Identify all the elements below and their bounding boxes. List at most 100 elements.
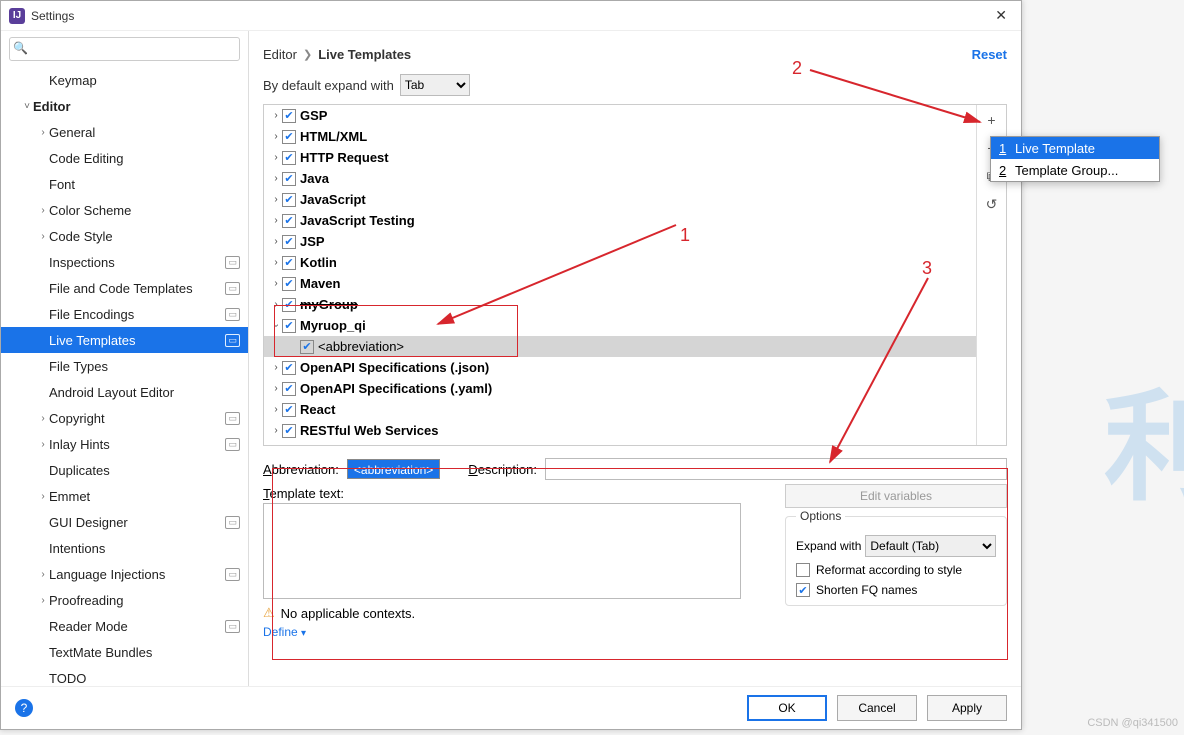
sidebar-item[interactable]: Duplicates — [1, 457, 248, 483]
tree-arrow-icon: › — [270, 173, 282, 184]
checkbox-icon[interactable]: ✔ — [282, 277, 296, 291]
checkbox-icon[interactable]: ✔ — [282, 424, 296, 438]
sidebar-item[interactable]: ›Code Style — [1, 223, 248, 249]
checkbox-icon[interactable]: ✔ — [282, 298, 296, 312]
sidebar-item[interactable]: ›Inlay Hints▭ — [1, 431, 248, 457]
sidebar-item[interactable]: Intentions — [1, 535, 248, 561]
checkbox-icon[interactable]: ✔ — [282, 214, 296, 228]
checkbox-icon[interactable]: ✔ — [282, 235, 296, 249]
default-expand-select[interactable]: Tab — [400, 74, 470, 96]
sidebar-item[interactable]: ›Emmet — [1, 483, 248, 509]
template-row[interactable]: ✔<abbreviation> — [264, 336, 976, 357]
apply-button[interactable]: Apply — [927, 695, 1007, 721]
sidebar-item[interactable]: ›Language Injections▭ — [1, 561, 248, 587]
sidebar-item-label: Copyright — [49, 411, 221, 426]
cancel-button[interactable]: Cancel — [837, 695, 917, 721]
sidebar-item[interactable]: Live Templates▭ — [1, 327, 248, 353]
checkbox-icon[interactable]: ✔ — [282, 319, 296, 333]
template-row[interactable]: ›✔OpenAPI Specifications (.json) — [264, 357, 976, 378]
checkbox-icon[interactable]: ✔ — [282, 256, 296, 270]
description-input[interactable] — [545, 458, 1007, 480]
sidebar-item[interactable]: Code Editing — [1, 145, 248, 171]
template-label: OpenAPI Specifications (.json) — [300, 360, 489, 375]
sidebar-item[interactable]: ›Proofreading — [1, 587, 248, 613]
sidebar-item[interactable]: File Types — [1, 353, 248, 379]
reformat-checkbox-row[interactable]: Reformat according to style — [796, 563, 996, 577]
sidebar-item[interactable]: ›Copyright▭ — [1, 405, 248, 431]
project-badge-icon: ▭ — [225, 256, 240, 269]
template-row[interactable]: ›✔HTTP Request — [264, 147, 976, 168]
add-popup: 1Live Template2Template Group... — [990, 136, 1160, 182]
sidebar-item[interactable]: GUI Designer▭ — [1, 509, 248, 535]
help-button[interactable]: ? — [15, 699, 33, 717]
expand-with-select[interactable]: Default (Tab) — [865, 535, 996, 557]
popup-index: 1 — [999, 141, 1009, 156]
checkbox-icon[interactable]: ✔ — [282, 361, 296, 375]
close-icon[interactable]: ✕ — [989, 5, 1013, 26]
checkbox-icon[interactable]: ✔ — [282, 403, 296, 417]
sidebar-item[interactable]: Android Layout Editor — [1, 379, 248, 405]
background-watermark: 利 — [1104, 350, 1184, 524]
template-text-area[interactable] — [263, 503, 741, 599]
sidebar-item[interactable]: Reader Mode▭ — [1, 613, 248, 639]
sidebar-item[interactable]: TODO — [1, 665, 248, 686]
template-row[interactable]: ›✔JavaScript — [264, 189, 976, 210]
checkbox-icon[interactable]: ✔ — [282, 445, 296, 446]
abbreviation-input[interactable]: <abbreviation> — [347, 459, 440, 479]
add-button[interactable]: + — [981, 109, 1003, 131]
shorten-fq-checkbox-row[interactable]: ✔ Shorten FQ names — [796, 583, 996, 597]
checkbox-icon[interactable]: ✔ — [282, 130, 296, 144]
reset-link[interactable]: Reset — [972, 47, 1007, 62]
sidebar-item[interactable]: Font — [1, 171, 248, 197]
template-row[interactable]: ›✔Myruop_qi — [264, 315, 976, 336]
template-row[interactable]: ›✔Maven — [264, 273, 976, 294]
breadcrumb-root[interactable]: Editor — [263, 47, 297, 62]
template-row[interactable]: ›✔RESTful Web Services — [264, 420, 976, 441]
sidebar-item[interactable]: File Encodings▭ — [1, 301, 248, 327]
checkbox-icon[interactable]: ✔ — [282, 382, 296, 396]
template-label: Maven — [300, 276, 340, 291]
sidebar-item[interactable]: ˅Editor — [1, 93, 248, 119]
template-row[interactable]: ›✔Java — [264, 168, 976, 189]
template-row[interactable]: ›✔React — [264, 399, 976, 420]
template-row[interactable]: ›✔Shell Script — [264, 441, 976, 445]
checkbox-icon[interactable]: ✔ — [282, 193, 296, 207]
popup-item[interactable]: 1Live Template — [991, 137, 1159, 159]
checkbox-icon[interactable]: ✔ — [282, 151, 296, 165]
template-row[interactable]: ›✔HTML/XML — [264, 126, 976, 147]
edit-variables-button[interactable]: Edit variables — [785, 484, 1007, 508]
breadcrumb-leaf: Live Templates — [318, 47, 411, 62]
undo-button[interactable]: ↺ — [981, 193, 1003, 215]
settings-tree[interactable]: Keymap˅Editor›GeneralCode EditingFont›Co… — [1, 67, 248, 686]
template-row[interactable]: ›✔GSP — [264, 105, 976, 126]
sidebar-item[interactable]: ›General — [1, 119, 248, 145]
sidebar-item[interactable]: Inspections▭ — [1, 249, 248, 275]
sidebar-item-label: GUI Designer — [49, 515, 221, 530]
sidebar-item[interactable]: Keymap — [1, 67, 248, 93]
search-input[interactable] — [9, 37, 240, 61]
tree-arrow-icon: › — [270, 383, 282, 394]
template-row[interactable]: ›✔myGroup — [264, 294, 976, 315]
template-row[interactable]: ›✔JavaScript Testing — [264, 210, 976, 231]
sidebar-item[interactable]: ›Color Scheme — [1, 197, 248, 223]
template-row[interactable]: ›✔Kotlin — [264, 252, 976, 273]
checkbox-icon[interactable]: ✔ — [282, 109, 296, 123]
checkbox-icon[interactable]: ✔ — [282, 172, 296, 186]
templates-tree[interactable]: ›✔GSP›✔HTML/XML›✔HTTP Request›✔Java›✔Jav… — [264, 105, 976, 445]
popup-item[interactable]: 2Template Group... — [991, 159, 1159, 181]
template-row[interactable]: ›✔OpenAPI Specifications (.yaml) — [264, 378, 976, 399]
app-icon: IJ — [9, 8, 25, 24]
tree-arrow-icon: › — [270, 131, 282, 142]
define-link[interactable]: Define ▾ — [263, 625, 306, 639]
template-label: HTTP Request — [300, 150, 389, 165]
sidebar-item[interactable]: File and Code Templates▭ — [1, 275, 248, 301]
sidebar-item-label: Language Injections — [49, 567, 221, 582]
checkbox-icon[interactable]: ✔ — [300, 340, 314, 354]
sidebar-item-label: Proofreading — [49, 593, 240, 608]
sidebar-item[interactable]: TextMate Bundles — [1, 639, 248, 665]
template-row[interactable]: ›✔JSP — [264, 231, 976, 252]
sidebar-item-label: File and Code Templates — [49, 281, 221, 296]
sidebar-item-label: Code Style — [49, 229, 240, 244]
tree-arrow-icon: › — [37, 413, 49, 424]
ok-button[interactable]: OK — [747, 695, 827, 721]
